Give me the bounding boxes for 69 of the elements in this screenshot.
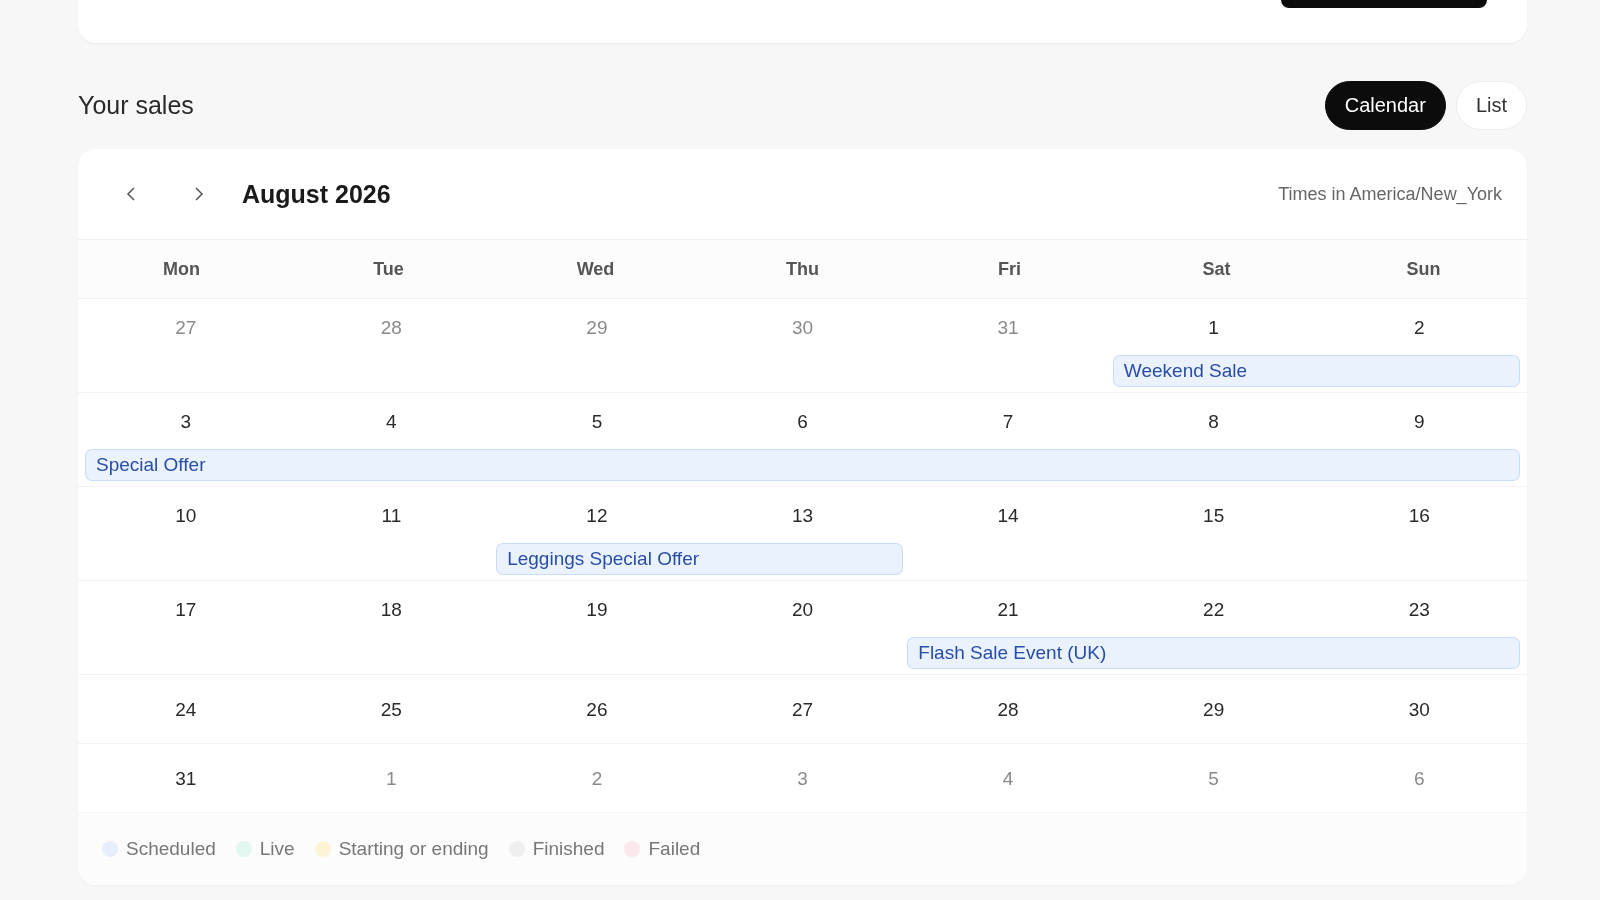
day-number[interactable]: 4 bbox=[905, 768, 1111, 800]
chevron-right-icon bbox=[194, 186, 204, 202]
view-tab[interactable]: Calendar bbox=[1324, 80, 1446, 130]
day-number[interactable]: 18 bbox=[288, 599, 495, 637]
sale-bar[interactable] bbox=[699, 543, 904, 575]
day-number[interactable]: 31 bbox=[83, 768, 289, 800]
weekday-header: Wed bbox=[575, 258, 616, 280]
day-number[interactable]: 22 bbox=[1110, 599, 1317, 637]
day-number[interactable]: 15 bbox=[1110, 505, 1317, 543]
day-number[interactable]: 6 bbox=[1316, 768, 1522, 800]
weekday-header: Thu bbox=[785, 258, 820, 280]
day-number[interactable]: 27 bbox=[699, 699, 906, 731]
day-number[interactable]: 25 bbox=[288, 699, 495, 731]
timezone-label: Times in America/New_York bbox=[1278, 183, 1502, 205]
sale-title: Weekend Sale bbox=[1123, 360, 1248, 382]
day-number[interactable]: 30 bbox=[1316, 699, 1522, 731]
day-number[interactable]: 29 bbox=[494, 317, 700, 355]
sale-bar[interactable]: Special Offer bbox=[85, 449, 289, 481]
day-number[interactable]: 12 bbox=[494, 505, 700, 543]
day-number[interactable]: 28 bbox=[288, 317, 495, 355]
day-number[interactable]: 26 bbox=[494, 699, 700, 731]
day-number[interactable]: 29 bbox=[1110, 699, 1317, 731]
view-tab[interactable]: List bbox=[1455, 80, 1527, 130]
dark-button[interactable] bbox=[1281, 0, 1487, 8]
day-number[interactable]: 23 bbox=[1316, 599, 1522, 637]
sale-title: Special Offer bbox=[96, 454, 206, 476]
weekday-header: Tue bbox=[372, 258, 405, 280]
weekday-header: Sat bbox=[1201, 258, 1232, 280]
sale-bar[interactable]: Flash Sale Event (UK) bbox=[907, 637, 1111, 669]
section-title: Your sales bbox=[78, 90, 194, 120]
day-number[interactable]: 30 bbox=[699, 317, 906, 355]
sale-bar[interactable] bbox=[1316, 355, 1520, 387]
legend-label: Live bbox=[259, 838, 295, 860]
day-number[interactable]: 3 bbox=[83, 411, 289, 449]
sale-title: Flash Sale Event (UK) bbox=[918, 642, 1107, 664]
day-number[interactable]: 10 bbox=[83, 505, 289, 543]
day-number[interactable]: 11 bbox=[288, 505, 495, 543]
day-number[interactable]: 21 bbox=[905, 599, 1111, 637]
sale-title: Leggings Special Offer bbox=[507, 548, 700, 570]
day-number[interactable]: 19 bbox=[494, 599, 700, 637]
day-number[interactable]: 1 bbox=[1110, 317, 1317, 355]
day-number[interactable]: 5 bbox=[494, 411, 700, 449]
day-number[interactable]: 24 bbox=[83, 699, 289, 731]
day-number[interactable]: 8 bbox=[1110, 411, 1317, 449]
sale-bar[interactable] bbox=[1316, 449, 1520, 481]
day-number[interactable]: 9 bbox=[1316, 411, 1522, 449]
day-number[interactable]: 20 bbox=[699, 599, 906, 637]
day-number[interactable]: 13 bbox=[699, 505, 906, 543]
day-number[interactable]: 14 bbox=[905, 505, 1111, 543]
legend-label: Starting or ending bbox=[338, 838, 489, 860]
weekday-header: Sun bbox=[1405, 258, 1442, 280]
day-number[interactable]: 3 bbox=[699, 768, 906, 800]
day-number[interactable]: 28 bbox=[905, 699, 1111, 731]
legend-label: Scheduled bbox=[126, 838, 216, 860]
sale-bar[interactable] bbox=[1316, 637, 1520, 669]
sale-bar[interactable]: Weekend Sale bbox=[1112, 355, 1317, 387]
day-number[interactable]: 7 bbox=[905, 411, 1111, 449]
legend-label: Finished bbox=[532, 838, 605, 860]
day-number[interactable]: 17 bbox=[83, 599, 289, 637]
chevron-left-icon bbox=[126, 186, 136, 202]
day-number[interactable]: 6 bbox=[699, 411, 906, 449]
day-number[interactable]: 2 bbox=[1316, 317, 1522, 355]
day-number[interactable]: 16 bbox=[1316, 505, 1522, 543]
sale-bar[interactable]: Leggings Special Offer bbox=[496, 543, 700, 575]
day-number[interactable]: 4 bbox=[288, 411, 495, 449]
month-title: August 2026 bbox=[242, 179, 391, 209]
weekday-header: Fri bbox=[997, 258, 1022, 280]
legend-label: Failed bbox=[648, 838, 701, 860]
weekday-header: Mon bbox=[162, 258, 201, 280]
